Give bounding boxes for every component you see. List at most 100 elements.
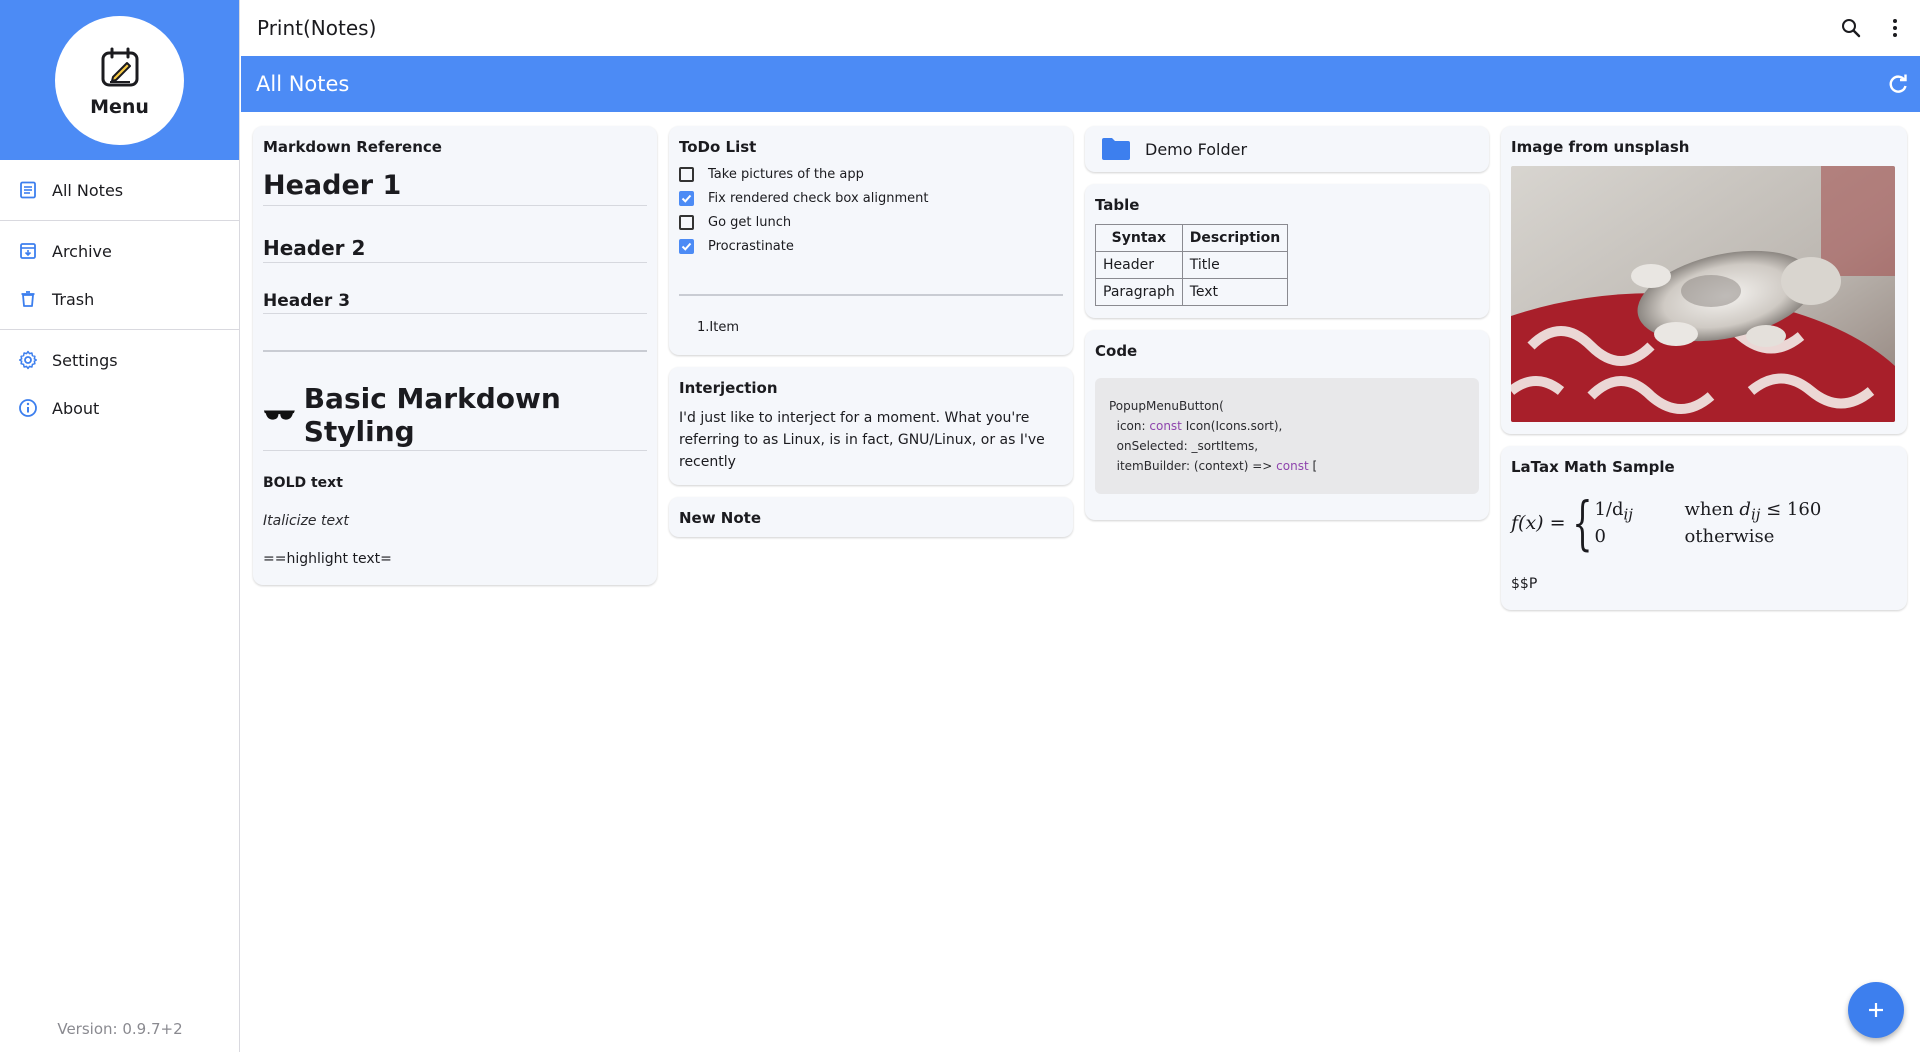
todo-item: Fix rendered check box alignment [679,190,1063,206]
checkbox[interactable] [679,166,694,182]
code-line: icon: const Icon(Icons.sort), [1109,419,1283,433]
folder-name: Demo Folder [1145,139,1248,159]
note-card-new-note[interactable]: New Note [669,497,1073,537]
notes-column-2: ToDo List Take pictures of the app Fix r… [669,126,1073,549]
checkbox[interactable] [679,214,694,230]
markdown-h3: Header 3 [263,291,647,314]
drawer-header: Menu [0,0,239,160]
math-formula: f(x) = { 1/dij when dij ≤ 160 0 otherwis… [1511,494,1897,552]
note-title: Image from unsplash [1511,138,1690,156]
folder-icon [1102,138,1130,160]
sidebar-item-label: Trash [52,289,95,309]
todo-item: Go get lunch [679,214,1063,230]
horizontal-rule [263,350,647,352]
checkbox-checked[interactable] [679,190,694,206]
table-row: Header Title [1095,251,1289,279]
divider [0,329,239,330]
sidebar-item-label: All Notes [52,180,124,200]
note-body: I'd just like to interject for a moment.… [679,410,1045,470]
notes-logo-icon [101,47,138,86]
table-cell: Header [1095,251,1183,279]
note-title: LaTax Math Sample [1511,458,1675,476]
table-cell: Text [1181,278,1289,306]
todo-item: Procrastinate [679,238,1063,254]
note-card-interjection[interactable]: Interjection I'd just like to interject … [669,367,1073,485]
notes-column-3: Demo Folder Table Syntax Description Hea… [1085,126,1489,532]
markdown-styling-heading: Basic Markdown Styling [263,382,647,451]
code-line: PopupMenuButton( [1109,399,1224,413]
table-cell: Paragraph [1095,278,1183,306]
highlight-text: ==highlight text= [263,551,392,567]
section-title: All Notes [256,72,350,96]
math-brace: { [1571,489,1593,557]
note-title: Code [1095,342,1138,360]
note-card-todo[interactable]: ToDo List Take pictures of the app Fix r… [669,126,1073,355]
table-cell: Title [1181,251,1289,279]
more-vert-icon[interactable] [1884,17,1906,39]
folder-card[interactable]: Demo Folder [1085,126,1489,172]
menu-logo-button[interactable]: Menu [55,16,184,145]
note-title: ToDo List [679,138,757,156]
sidebar-item-label: Archive [52,241,112,261]
menu-label: Menu [90,95,149,118]
note-card-markdown[interactable]: Markdown Reference Header 1 Header 2 Hea… [253,126,657,585]
note-title: Markdown Reference [263,138,442,156]
sidebar-item-label: About [52,398,100,418]
horizontal-rule [679,294,1063,296]
italic-text: Italicize text [263,513,349,529]
kitten-photo [1511,166,1895,422]
app-bar: Print(Notes) [241,0,1920,56]
note-card-code[interactable]: Code PopupMenuButton( icon: const Icon(I… [1085,330,1489,520]
note-card-latex[interactable]: LaTax Math Sample f(x) = { 1/dij when di… [1501,446,1907,610]
plus-icon [1869,1003,1883,1017]
sidebar-item-archive[interactable]: Archive [0,227,239,275]
refresh-icon[interactable] [1886,72,1910,96]
notes-column-4: Image from unsplash LaTax Math Sample f(… [1501,126,1907,622]
code-block: PopupMenuButton( icon: const Icon(Icons.… [1095,378,1479,494]
app-title: Print(Notes) [257,16,377,40]
sidebar-item-about[interactable]: About [0,384,239,432]
note-title: Interjection [679,379,778,397]
todo-label: Go get lunch [708,214,792,230]
todo-label: Fix rendered check box alignment [708,190,929,206]
math-lhs: f(x) = [1511,512,1566,534]
sidebar-item-trash[interactable]: Trash [0,275,239,323]
note-card-image[interactable]: Image from unsplash [1501,126,1907,434]
todo-label: Take pictures of the app [708,166,864,182]
math-cases: 1/dij when dij ≤ 160 0 otherwise [1594,499,1822,547]
section-bar: All Notes [241,56,1920,112]
sunglasses-icon [263,410,295,420]
markdown-h2: Header 2 [263,236,647,263]
version-text: Version: 0.9.7+2 [57,1020,183,1038]
navigation-drawer: Menu All Notes Archive Trash Settings Ab… [0,0,240,1052]
table-row: Paragraph Text [1095,278,1289,306]
table-header: Syntax [1095,224,1183,252]
archive-icon [18,241,38,261]
gear-icon [18,350,38,370]
info-icon [18,398,38,418]
divider [0,220,239,221]
todo-item: Take pictures of the app [679,166,1063,182]
latex-tail-text: $$P [1511,576,1538,592]
note-title: New Note [679,509,762,527]
sidebar-item-settings[interactable]: Settings [0,336,239,384]
checkbox-checked[interactable] [679,238,694,254]
sidebar-item-all-notes[interactable]: All Notes [0,166,239,214]
add-note-button[interactable] [1848,982,1904,1038]
code-line: itemBuilder: (context) => const [ [1109,459,1318,473]
search-icon[interactable] [1840,17,1862,39]
markdown-h1: Header 1 [263,170,647,206]
bold-text: BOLD text [263,475,343,491]
markdown-table: Syntax Description Header Title Paragrap… [1095,224,1289,306]
todo-label: Procrastinate [708,238,794,254]
code-line: onSelected: _sortItems, [1109,439,1259,453]
styling-heading-text: Basic Markdown Styling [303,382,561,448]
note-card-table[interactable]: Table Syntax Description Header Title Pa… [1085,184,1489,318]
table-header: Description [1181,224,1289,252]
trash-icon [18,289,38,309]
ordered-list-item: 1.Item [697,320,739,335]
sidebar-item-label: Settings [52,350,118,370]
note-title: Table [1095,196,1140,214]
notes-icon [18,180,38,200]
notes-column-1: Markdown Reference Header 1 Header 2 Hea… [253,126,657,597]
